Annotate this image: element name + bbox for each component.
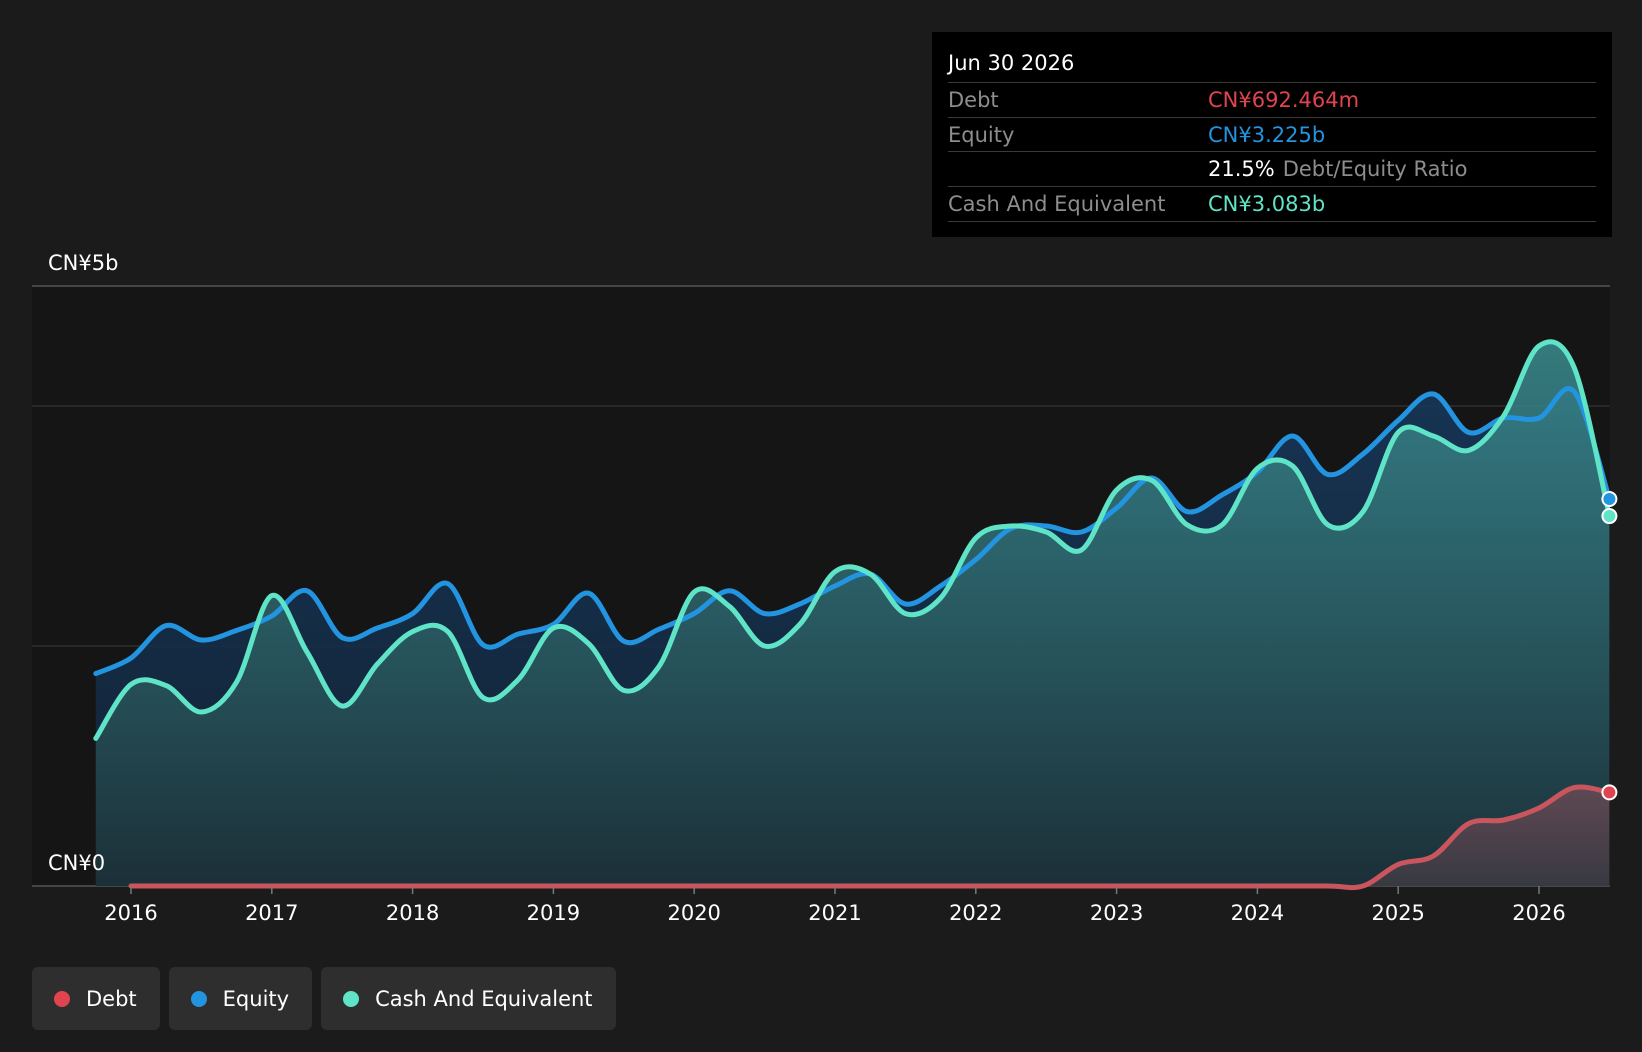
legend: Debt Equity Cash And Equivalent xyxy=(32,967,625,1030)
legend-item-equity[interactable]: Equity xyxy=(168,967,313,1030)
equity-endpoint-marker xyxy=(1601,491,1618,507)
x-tick-label: 2025 xyxy=(1371,901,1424,925)
legend-label-cash: Cash And Equivalent xyxy=(375,986,593,1011)
legend-item-cash[interactable]: Cash And Equivalent xyxy=(321,967,616,1030)
tooltip-row-cash: Cash And Equivalent CN¥3.083b xyxy=(948,187,1596,222)
tooltip-debt-value: CN¥692.464m xyxy=(1208,88,1360,112)
x-tick-label: 2020 xyxy=(667,901,720,925)
x-tick-label: 2016 xyxy=(104,901,157,925)
tooltip-equity-value: CN¥3.225b xyxy=(1208,123,1326,147)
x-tick-label: 2026 xyxy=(1512,901,1565,925)
legend-label-debt: Debt xyxy=(86,986,137,1011)
debt-endpoint-marker xyxy=(1601,784,1618,801)
tooltip-panel: Jun 30 2026 Debt CN¥692.464m Equity CN¥3… xyxy=(932,32,1612,237)
tooltip-date: Jun 30 2026 xyxy=(948,32,1596,83)
legend-item-debt[interactable]: Debt xyxy=(32,967,160,1030)
tooltip-ratio-spacer xyxy=(948,152,1208,186)
x-tick-label: 2018 xyxy=(386,901,439,925)
x-tick-label: 2023 xyxy=(1090,901,1143,925)
equity-dot-icon xyxy=(190,990,207,1007)
tooltip-cash-value: CN¥3.083b xyxy=(1208,192,1326,216)
y-label-min: CN¥0 xyxy=(48,851,105,875)
debt-dot-icon xyxy=(54,990,70,1007)
tooltip-equity-label: Equity xyxy=(948,123,1015,147)
tooltip-cash-label: Cash And Equivalent xyxy=(948,192,1166,216)
y-label-max: CN¥5b xyxy=(48,251,118,275)
tooltip-row-equity: Equity CN¥3.225b xyxy=(948,118,1596,152)
tooltip-debt-label: Debt xyxy=(948,88,999,112)
cash-endpoint-marker xyxy=(1601,508,1618,525)
tooltip-ratio-label: Debt/Equity Ratio xyxy=(1282,157,1468,181)
tooltip-row-debt: Debt CN¥692.464m xyxy=(948,83,1596,118)
x-tick-label: 2019 xyxy=(527,901,580,925)
tooltip-row-ratio: 21.5% Debt/Equity Ratio xyxy=(948,151,1596,187)
tooltip-ratio-value: 21.5% xyxy=(1208,157,1275,181)
x-tick-label: 2022 xyxy=(949,901,1002,925)
x-tick-label: 2024 xyxy=(1231,901,1284,925)
x-tick-label: 2017 xyxy=(245,901,298,925)
x-axis-ticks: 2016 2017 2018 2019 2020 2021 2022 2023 2024 2025… xyxy=(104,886,1566,925)
legend-label-equity: Equity xyxy=(222,986,290,1011)
cash-dot-icon xyxy=(343,990,360,1007)
x-tick-label: 2021 xyxy=(808,901,861,925)
